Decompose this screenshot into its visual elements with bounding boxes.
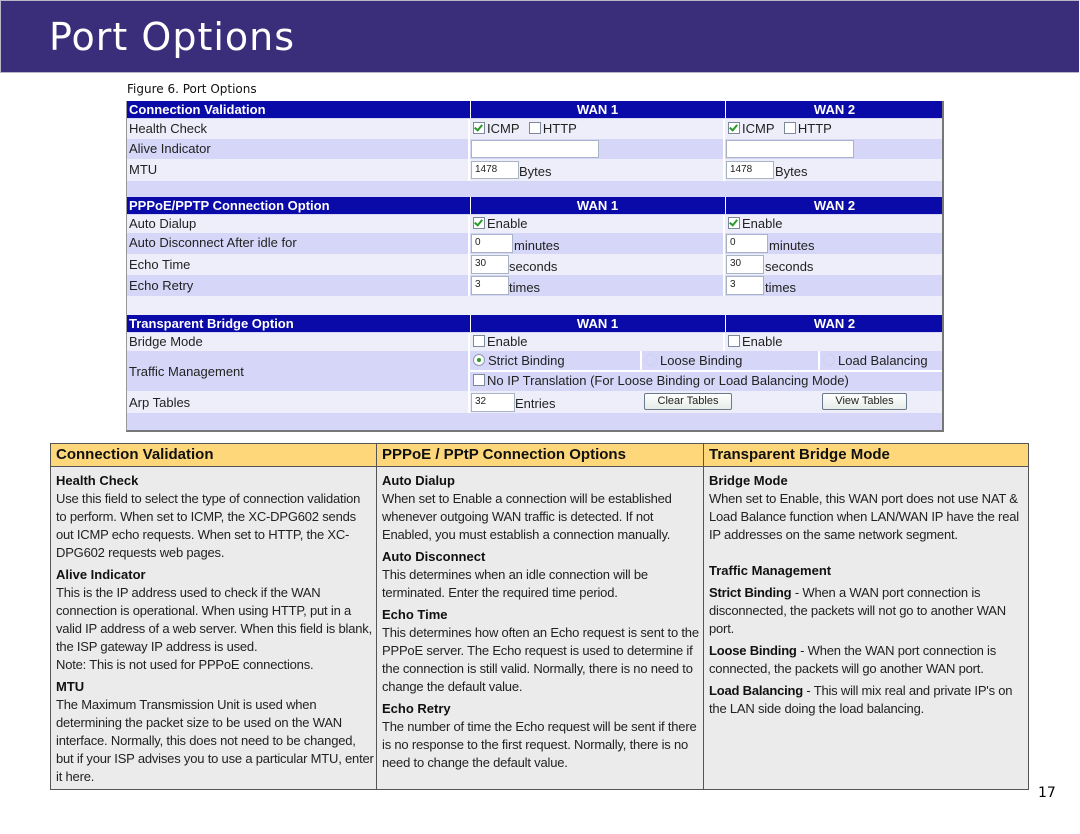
section-header-pppoe: PPPoE/PPTP Connection Option WAN 1 WAN 2 [127,197,942,214]
desc-column-connection-validation: Health Check Use this field to select th… [56,473,374,784]
arp-tables-input[interactable]: 32 [471,393,515,412]
wan1-icmp-checkbox[interactable] [473,122,485,134]
row-arp-tables: Arp Tables 32 Entries Clear Tables View … [127,391,942,413]
row-echo-time: Echo Time 30 seconds 30 seconds [127,254,942,275]
loose-binding-radio[interactable] [645,354,657,366]
load-balancing-option[interactable]: Load Balancing [823,353,928,368]
wan1-auto-dialup-checkbox[interactable] [473,217,485,229]
section-header-connection-validation: Connection Validation WAN 1 WAN 2 [127,101,942,118]
spacer-row [127,296,942,315]
wan2-header: WAN 2 [725,101,943,118]
description-header: Connection Validation PPPoE / PPtP Conne… [51,444,1028,467]
wan2-icmp-checkbox[interactable] [728,122,740,134]
loose-binding-desc: Loose Binding - When the WAN port connec… [709,643,997,676]
strict-binding-radio[interactable] [473,354,485,366]
strict-binding-option[interactable]: Strict Binding [473,353,565,368]
wan2-alive-indicator-input[interactable] [726,140,854,158]
spacer-row [127,181,942,197]
spacer-row [127,413,942,430]
wan1-auto-disconnect-input[interactable]: 0 [471,234,513,253]
no-ip-translation-checkbox[interactable] [473,374,485,386]
column-divider [703,444,704,789]
section-header-bridge: Transparent Bridge Option WAN 1 WAN 2 [127,315,942,332]
wan1-http-checkbox[interactable] [528,122,541,134]
wan2-auto-dialup-checkbox[interactable] [728,217,740,229]
load-balancing-radio[interactable] [823,354,835,366]
figure-caption: Figure 6. Port Options [127,82,257,96]
desc-column-bridge: Bridge Mode When set to Enable, this WAN… [709,472,1021,722]
page-number: 17 [1038,785,1056,801]
wan1-header: WAN 1 [470,101,724,118]
column-divider [376,444,377,789]
wan2-mtu-input[interactable]: 1478 [726,161,774,179]
row-echo-retry: Echo Retry 3 times 3 times [127,275,942,296]
wan2-auto-disconnect-input[interactable]: 0 [726,234,768,253]
row-health-check: Health Check ICMP HTTP ICMP HTTP [127,119,942,139]
row-mtu: MTU 1478 Bytes 1478 Bytes [127,159,942,181]
desc-title-bridge: Transparent Bridge Mode [709,446,890,463]
wan1-bridge-mode-checkbox[interactable] [473,335,485,347]
desc-title-connection-validation: Connection Validation [56,446,214,463]
strict-binding-desc: Strict Binding - When a WAN port connect… [709,585,1006,636]
wan2-health-check: ICMP HTTP [728,121,832,136]
row-alive-indicator: Alive Indicator [127,139,942,159]
clear-tables-button[interactable]: Clear Tables [644,393,732,410]
wan1-alive-indicator-input[interactable] [471,140,599,158]
view-tables-button[interactable]: View Tables [822,393,907,410]
port-options-screenshot: Connection Validation WAN 1 WAN 2 Health… [126,101,944,432]
wan1-echo-time-input[interactable]: 30 [471,255,509,274]
no-ip-translation-option[interactable]: No IP Translation (For Loose Binding or … [473,373,849,388]
wan1-echo-retry-input[interactable]: 3 [471,276,509,295]
row-bridge-mode: Bridge Mode Enable Enable [127,333,942,351]
row-auto-dialup: Auto Dialup Enable Enable [127,215,942,233]
wan1-health-check: ICMP HTTP [473,121,577,136]
page-title: Port Options [49,15,296,59]
wan2-bridge-mode-checkbox[interactable] [728,335,740,347]
description-table: Connection Validation PPPoE / PPtP Conne… [50,443,1029,790]
wan2-echo-retry-input[interactable]: 3 [726,276,764,295]
load-balancing-desc: Load Balancing - This will mix real and … [709,683,1013,716]
desc-title-pppoe: PPPoE / PPtP Connection Options [382,446,626,463]
wan1-mtu-input[interactable]: 1478 [471,161,519,179]
loose-binding-option[interactable]: Loose Binding [645,353,742,368]
wan2-http-checkbox[interactable] [783,122,796,134]
wan2-echo-time-input[interactable]: 30 [726,255,764,274]
page-banner: Port Options [0,0,1079,73]
row-traffic-management: Traffic Management Strict Binding Loose … [127,351,942,391]
desc-column-pppoe: Auto Dialup When set to Enable a connect… [382,473,699,770]
row-auto-disconnect: Auto Disconnect After idle for 0 minutes… [127,233,942,254]
